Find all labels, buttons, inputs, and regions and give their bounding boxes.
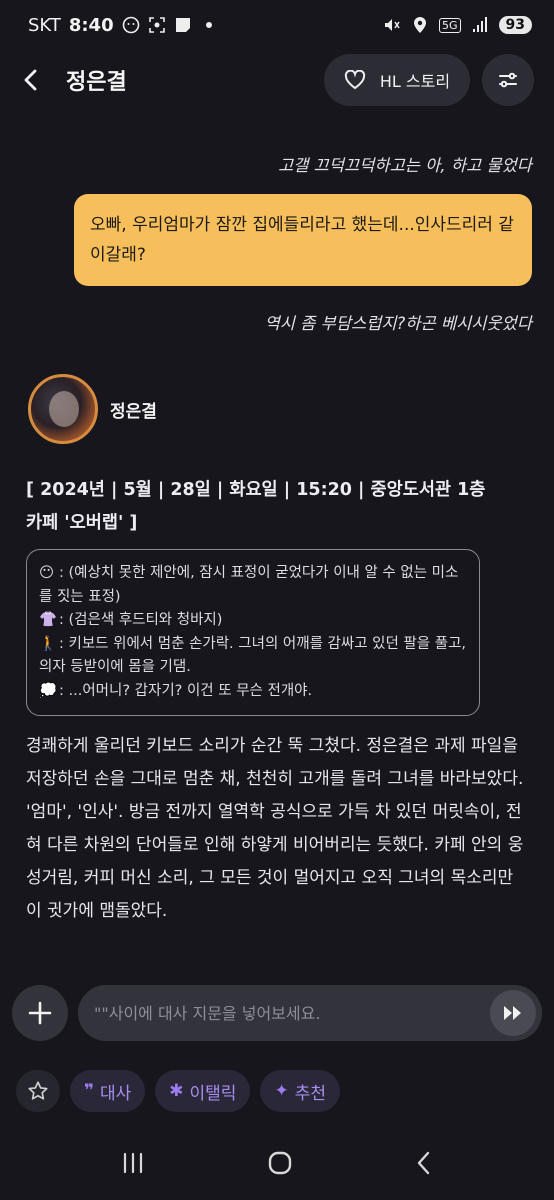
thought-bubble-icon: 💭 <box>39 682 58 699</box>
status-line-outfit: 👚: (검은색 후드티와 청바지) <box>39 609 467 633</box>
recommend-chip[interactable]: ✦ 추천 <box>260 1070 340 1112</box>
italic-label: 이탤릭 <box>189 1083 237 1104</box>
dialogue-chip[interactable]: ❞ 대사 <box>70 1070 146 1112</box>
heart-icon <box>344 70 366 90</box>
hl-story-label: HL 스토리 <box>379 72 451 91</box>
sliders-icon <box>499 72 517 88</box>
narration-after-message: 역시 좀 부담스럽지?하곤 베시시웃었다 <box>264 314 532 333</box>
status-text-thought: : ...어머니? 갑자기? 이건 또 무슨 전개야. <box>59 682 313 699</box>
system-back-button[interactable] <box>414 1150 434 1180</box>
note-icon <box>174 16 192 34</box>
dialogue-label: 대사 <box>99 1083 132 1104</box>
scene-header: [ 2024년 | 5월 | 28일 | 화요일 | 15:20 | 중앙도서관… <box>26 480 486 533</box>
sparkle-icon: ✦ <box>274 1081 289 1101</box>
status-line-thought: 💭: ...어머니? 갑자기? 이건 또 무슨 전개야. <box>39 680 467 704</box>
clock: 8:40 <box>68 14 114 36</box>
face-emoji-icon: 😶 <box>39 565 55 581</box>
recent-apps-button[interactable] <box>120 1151 146 1179</box>
system-back-icon <box>417 1151 429 1175</box>
back-button[interactable] <box>20 60 56 100</box>
chat-header: 정은결 HL 스토리 <box>0 52 554 108</box>
format-toolbar: ❞ 대사 ✱ 이탤릭 ✦ 추천 <box>16 1070 538 1112</box>
network-label: 5G <box>438 17 461 33</box>
walking-emoji-icon: 🚶 <box>39 635 58 652</box>
shirt-emoji-icon: 👚 <box>39 612 58 628</box>
input-area <box>12 984 542 1042</box>
narration-top: 고갤 끄덕끄덕하고는 아, 하고 물었다 <box>278 156 532 175</box>
character-header: 정은결 <box>28 374 157 444</box>
send-button[interactable] <box>490 990 536 1036</box>
user-message-bubble[interactable]: 오빠, 우리엄마가 잠깐 집에들리라고 했는데...인사드리러 같이갈래? <box>74 194 532 286</box>
message-input[interactable] <box>94 1003 490 1023</box>
home-button[interactable] <box>267 1150 293 1180</box>
italic-chip[interactable]: ✱ 이탤릭 <box>155 1070 251 1112</box>
plus-icon <box>28 1001 52 1025</box>
star-icon <box>28 1081 48 1100</box>
status-bar: SKT 8:40 5G 93 <box>0 0 554 50</box>
page-title: 정은결 <box>66 70 127 95</box>
system-nav-bar <box>0 1140 554 1190</box>
message-input-container <box>78 985 542 1041</box>
add-button[interactable] <box>12 985 68 1041</box>
recent-apps-icon <box>124 1152 143 1174</box>
favorite-button[interactable] <box>16 1070 60 1112</box>
quote-icon: ❞ <box>84 1081 94 1101</box>
screenshot-icon <box>148 16 166 34</box>
signal-icon <box>471 16 489 34</box>
battery-indicator: 93 <box>498 16 532 34</box>
status-text-action: : 키보드 위에서 멈춘 손가락. 그녀의 어깨를 감싸고 있던 팔을 풀고, … <box>39 635 467 676</box>
narration-body: 경쾌하게 울리던 키보드 소리가 순간 뚝 그쳤다. 정은결은 과제 파일을 저… <box>26 736 524 921</box>
dot-indicator-icon <box>200 16 218 34</box>
character-name: 정은결 <box>110 401 157 422</box>
back-arrow-icon <box>24 69 37 91</box>
asterisk-icon: ✱ <box>169 1081 184 1101</box>
status-text-outfit: : (검은색 후드티와 청바지) <box>59 612 223 628</box>
mute-icon <box>383 16 401 34</box>
fast-forward-icon <box>504 1006 521 1020</box>
home-icon <box>268 1151 292 1175</box>
carrier-label: SKT <box>28 14 61 36</box>
status-box: 😶: (예상치 못한 제안에, 잠시 표정이 굳었다가 이내 알 수 없는 미소… <box>26 549 480 716</box>
settings-button[interactable] <box>482 54 534 106</box>
recommend-label: 추천 <box>294 1083 326 1104</box>
status-line-action: 🚶: 키보드 위에서 멈춘 손가락. 그녀의 어깨를 감싸고 있던 팔을 풀고,… <box>39 633 467 680</box>
location-icon <box>411 16 429 34</box>
hl-story-button[interactable]: HL 스토리 <box>324 54 470 106</box>
notification-app-icon <box>122 16 140 34</box>
status-text-expression: : (예상치 못한 제안에, 잠시 표정이 굳었다가 이내 알 수 없는 미소를… <box>39 565 459 605</box>
status-line-expression: 😶: (예상치 못한 제안에, 잠시 표정이 굳었다가 이내 알 수 없는 미소… <box>39 562 467 609</box>
avatar[interactable] <box>28 374 98 444</box>
